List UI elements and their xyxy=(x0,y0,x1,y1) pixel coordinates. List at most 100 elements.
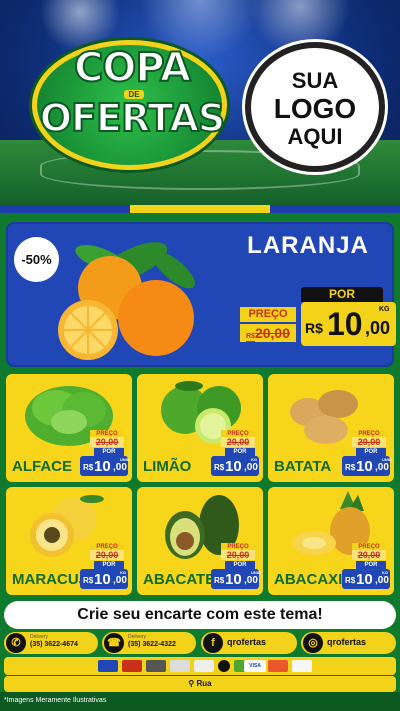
hero-old-price: R$20,00 xyxy=(240,324,296,342)
unit: UNID xyxy=(251,570,261,575)
price-tag: R$ 10 ,00 UNID xyxy=(80,456,130,476)
visa-icon: VISA xyxy=(244,660,266,672)
disclaimer: *Imagens Meramente Ilustrativas xyxy=(4,697,107,704)
hero-old-int: 20 xyxy=(254,325,271,341)
contact-instagram[interactable]: ◎ qrofertas xyxy=(301,632,396,654)
por-label: POR xyxy=(94,561,124,569)
hero-offer-card[interactable]: -50% LARANJA PREÇO R$20,00 POR R$ 10 ,00… xyxy=(6,222,396,367)
product-card-maracuja[interactable]: MARACUJÁ PREÇO 20,00 POR R$ 10 ,00 KG xyxy=(6,487,132,595)
logo-line1: SUA xyxy=(291,68,339,93)
payment-card-icon xyxy=(98,660,118,672)
brand-line2: OFERTAS xyxy=(39,96,227,140)
product-card-limao[interactable]: LIMÃO PREÇO 20,00 POR R$ 10 ,00 KG xyxy=(137,374,263,482)
hero-unit: KG xyxy=(379,306,390,313)
hero-currency: R$ xyxy=(305,320,323,336)
hero-price-dec: ,00 xyxy=(365,318,391,338)
product-name: BATATA xyxy=(274,458,332,475)
product-card-batata[interactable]: BATATA PREÇO 20,00 POR R$ 10 ,00 UNID xyxy=(268,374,394,482)
price-tag: R$ 10 ,00 UNID xyxy=(342,456,392,476)
por-label: POR xyxy=(356,561,386,569)
payment-card-icon xyxy=(292,660,312,672)
stripe-yellow xyxy=(130,205,270,213)
por-label: POR xyxy=(94,448,124,456)
price-dec: ,00 xyxy=(375,462,389,473)
contact-label: Delivery xyxy=(128,634,147,640)
contact-value: qrofertas xyxy=(327,637,367,647)
old-price: 20,00 xyxy=(90,550,124,560)
copa-de-ofertas-logo: COPA DE OFERTAS xyxy=(22,30,232,175)
por-label: POR xyxy=(225,448,255,456)
price-int: 10 xyxy=(225,458,242,475)
old-price: 20,00 xyxy=(352,550,386,560)
old-price: 20,00 xyxy=(352,437,386,447)
contact-label: Delivery xyxy=(30,634,49,640)
price-dec: ,00 xyxy=(244,575,258,586)
payment-card-icon xyxy=(268,660,288,672)
por-label: POR xyxy=(225,561,255,569)
por-label: POR xyxy=(356,448,386,456)
price-dec: ,00 xyxy=(113,462,127,473)
price-tag: R$ 10 ,00 KG xyxy=(80,569,128,589)
old-price: 20,00 xyxy=(221,437,255,447)
hero-old-dec: ,00 xyxy=(270,325,290,341)
cta-banner[interactable]: Crie seu encarte com este tema! xyxy=(4,601,396,629)
address-text: Rua xyxy=(196,679,212,688)
currency: R$ xyxy=(83,576,94,585)
unit: UNID xyxy=(120,457,130,462)
product-name: LIMÃO xyxy=(143,458,192,475)
contact-value: (35) 3622-4674 xyxy=(30,641,78,648)
product-card-abacate[interactable]: ABACATE PREÇO 20,00 POR R$ 10 ,00 UNID xyxy=(137,487,263,595)
contact-value: qrofertas xyxy=(227,637,267,647)
price-dec: ,00 xyxy=(113,575,127,586)
unit: KG xyxy=(382,570,388,575)
orange-image xyxy=(58,242,195,360)
price-int: 10 xyxy=(356,458,373,475)
payment-card-icon xyxy=(122,660,142,672)
logo-placeholder-ball: SUA LOGO AQUI xyxy=(245,42,385,172)
payment-card-icon xyxy=(194,660,214,672)
contact-facebook[interactable]: f qrofertas xyxy=(201,632,297,654)
price-tag: R$ 10 ,00 KG xyxy=(342,569,390,589)
logo-line3: AQUI xyxy=(287,124,343,149)
contact-value: (35) 3622-4322 xyxy=(128,641,176,648)
price-tag: R$ 10 ,00 KG xyxy=(211,456,259,476)
price-dec: ,00 xyxy=(375,575,389,586)
hero-price: R$ 10 ,00 KG xyxy=(301,302,396,346)
phone-icon: ☎ xyxy=(104,633,124,653)
logo-placeholder-text: SUA LOGO AQUI xyxy=(251,68,379,150)
product-name: ABACATE xyxy=(143,571,216,588)
price-int: 10 xyxy=(94,458,111,475)
price-int: 10 xyxy=(356,571,373,588)
address-bar: ⚲ Rua xyxy=(4,676,396,692)
currency: R$ xyxy=(83,463,94,472)
payment-card-icon xyxy=(170,660,190,672)
facebook-icon: f xyxy=(203,633,223,653)
currency: R$ xyxy=(345,463,356,472)
price-int: 10 xyxy=(94,571,111,588)
unit: KG xyxy=(120,570,126,575)
payment-methods: VISA xyxy=(4,657,396,675)
whatsapp-icon: ✆ xyxy=(6,633,26,653)
header-banner: COPA DE OFERTAS SUA LOGO AQUI xyxy=(0,0,400,205)
currency: R$ xyxy=(214,463,225,472)
logo-line2: LOGO xyxy=(273,93,357,124)
old-price: 20,00 xyxy=(90,437,124,447)
unit: UNID xyxy=(382,457,392,462)
price-dec: ,00 xyxy=(244,462,258,473)
payment-card-icon xyxy=(218,660,230,672)
contact-phone[interactable]: ☎ Delivery (35) 3622-4322 xyxy=(102,632,196,654)
brand-line1: COPA xyxy=(73,45,192,91)
product-name: ALFACE xyxy=(12,458,72,475)
hero-old-currency: R$ xyxy=(246,333,255,340)
product-name: ABACAXI xyxy=(274,571,343,588)
contact-whatsapp[interactable]: ✆ Delivery (35) 3622-4674 xyxy=(4,632,98,654)
price-tag: R$ 10 ,00 UNID xyxy=(211,569,261,589)
product-card-abacaxi[interactable]: ABACAXI PREÇO 20,00 POR R$ 10 ,00 KG xyxy=(268,487,394,595)
payment-card-icon xyxy=(146,660,166,672)
old-price: 20,00 xyxy=(221,550,255,560)
product-card-alface[interactable]: ALFACE PREÇO 20,00 POR R$ 10 ,00 UNID xyxy=(6,374,132,482)
hero-price-int: 10 xyxy=(327,306,363,342)
hero-por-label: POR xyxy=(301,287,383,302)
unit: KG xyxy=(251,457,257,462)
price-int: 10 xyxy=(225,571,242,588)
